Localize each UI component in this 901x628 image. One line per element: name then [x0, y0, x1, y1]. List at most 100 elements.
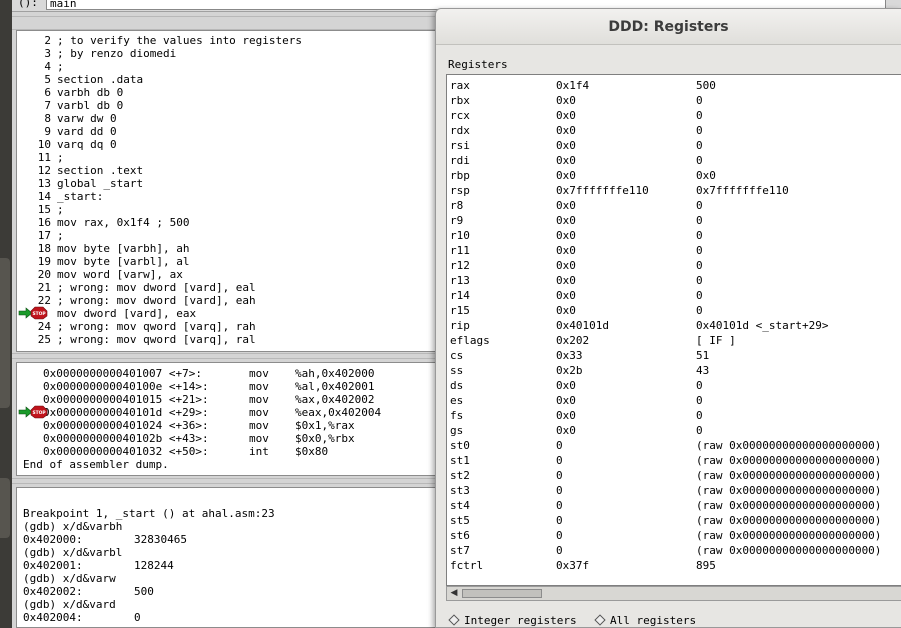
registers-hscrollbar[interactable]: ◀	[446, 586, 901, 601]
register-row-st3[interactable]: st3 0 (raw 0x00000000000000000000)	[447, 483, 901, 498]
register-row-r13[interactable]: r13 0x0 0	[447, 273, 901, 288]
source-pane[interactable]: 2 ; to verify the values into registers 3;…	[16, 30, 442, 352]
register-row-rip[interactable]: rip 0x40101d 0x40101d <_start+29>	[447, 318, 901, 333]
pane-sash[interactable]	[12, 478, 442, 484]
source-line[interactable]: 9 vard dd 0	[17, 125, 117, 138]
register-natural-value: 0	[696, 124, 703, 137]
register-row-rsp[interactable]: rsp 0x7fffffffe110 0x7fffffffe110	[447, 183, 901, 198]
source-line[interactable]: 5 section .data	[17, 73, 143, 86]
scroll-thumb[interactable]	[462, 589, 542, 598]
register-row-r11[interactable]: r11 0x0 0	[447, 243, 901, 258]
register-row-st0[interactable]: st0 0 (raw 0x00000000000000000000)	[447, 438, 901, 453]
source-line[interactable]: 15;	[17, 203, 64, 216]
register-row-rax[interactable]: rax 0x1f4 500	[447, 78, 901, 93]
source-line[interactable]: 8 varw dw 0	[17, 112, 116, 125]
register-row-r12[interactable]: r12 0x0 0	[447, 258, 901, 273]
source-line[interactable]: 3 ; by renzo diomedi	[17, 47, 176, 60]
source-line[interactable]: 11;	[17, 151, 64, 164]
source-line[interactable]: 7 varbl db 0	[17, 99, 123, 112]
source-line[interactable]: 16 mov rax, 0x1f4 ; 500	[17, 216, 190, 229]
stop-sign-icon[interactable]: STOP	[18, 306, 48, 320]
registers-list[interactable]: rax 0x1f4 500 rbx 0x0 0 rcx 0x0 0 rdx 0x0 0 rsi 0x0 0 r…	[446, 74, 901, 586]
source-text: _start:	[57, 190, 104, 203]
source-line[interactable]: 24 ; wrong: mov qword [varq], rah	[17, 320, 256, 333]
register-row-eflags[interactable]: eflags 0x202 [ IF ]	[447, 333, 901, 348]
pane-sash[interactable]	[12, 16, 442, 30]
asm-line[interactable]: 0x000000000040100e <+14>: mov %al,0x402001	[17, 380, 437, 393]
line-number: 15	[37, 203, 51, 216]
radio-all-registers[interactable]: All registers	[594, 613, 696, 628]
source-line[interactable]: 14 _start:	[17, 190, 104, 203]
source-text: vard dd 0	[57, 125, 117, 138]
source-line[interactable]: 2 ; to verify the values into registers	[17, 34, 302, 47]
register-natural-value: (raw 0x00000000000000000000)	[696, 484, 882, 497]
source-line[interactable]: 20 mov word [varw], ax	[17, 268, 183, 281]
radio-integer-registers[interactable]: Integer registers	[448, 613, 577, 628]
register-natural-value: 51	[696, 349, 710, 362]
source-text: ;	[57, 151, 64, 164]
register-natural-value: 43	[696, 364, 710, 377]
gdb-console[interactable]: Breakpoint 1, _start () at ahal.asm:23 (g…	[16, 487, 442, 628]
register-row-r8[interactable]: r8 0x0 0	[447, 198, 901, 213]
console-value: 128244	[134, 559, 174, 572]
source-text: ; to verify the values into registers	[57, 34, 303, 47]
stop-sign-icon[interactable]: STOP	[18, 405, 48, 419]
register-row-es[interactable]: es 0x0 0	[447, 393, 901, 408]
register-row-ds[interactable]: ds 0x0 0	[447, 378, 901, 393]
register-natural-value: 0	[696, 199, 703, 212]
asm-line[interactable]: 0x000000000040101d <+29>: mov %eax,0x40200…	[17, 406, 437, 419]
launcher-item[interactable]	[0, 258, 10, 408]
register-name: rip	[450, 319, 470, 332]
pane-sash[interactable]	[12, 353, 442, 359]
register-row-fctrl[interactable]: fctrl 0x37f 895	[447, 558, 901, 573]
asm-line[interactable]: 0x0000000000401024 <+36>: mov $0x1,%rax	[17, 419, 437, 432]
asm-line[interactable]: 0x0000000000401032 <+50>: int $0x80	[17, 445, 437, 458]
source-line[interactable]: 17;	[17, 229, 64, 242]
line-number: 16	[37, 216, 51, 229]
source-line[interactable]: 22; wrong: mov dword [vard], eah	[17, 294, 256, 307]
register-row-rdi[interactable]: rdi 0x0 0	[447, 153, 901, 168]
register-natural-value: 0	[696, 214, 703, 227]
register-row-r14[interactable]: r14 0x0 0	[447, 288, 901, 303]
register-row-r10[interactable]: r10 0x0 0	[447, 228, 901, 243]
dialog-titlebar[interactable]: DDD: Registers	[436, 9, 901, 45]
asm-line[interactable]: 0x000000000040102b <+43>: mov $0x0,%rbx	[17, 432, 437, 445]
register-row-rsi[interactable]: rsi 0x0 0	[447, 138, 901, 153]
scroll-left-arrow-icon[interactable]: ◀	[447, 587, 461, 600]
register-row-st6[interactable]: st6 0 (raw 0x00000000000000000000)	[447, 528, 901, 543]
register-row-r15[interactable]: r15 0x0 0	[447, 303, 901, 318]
machine-code-pane[interactable]: 0x0000000000401007 <+7>: mov %ah,0x402000 0…	[16, 362, 442, 476]
register-natural-value: 500	[696, 79, 716, 92]
source-line[interactable]: 18 mov byte [varbh], ah	[17, 242, 190, 255]
register-natural-value: (raw 0x00000000000000000000)	[696, 514, 882, 527]
register-row-st7[interactable]: st7 0 (raw 0x00000000000000000000)	[447, 543, 901, 558]
register-row-st1[interactable]: st1 0 (raw 0x00000000000000000000)	[447, 453, 901, 468]
register-row-r9[interactable]: r9 0x0 0	[447, 213, 901, 228]
source-line[interactable]: 12 section .text	[17, 164, 143, 177]
register-row-rbp[interactable]: rbp 0x0 0x0	[447, 168, 901, 183]
register-row-rdx[interactable]: rdx 0x0 0	[447, 123, 901, 138]
source-line[interactable]: 25 ; wrong: mov qword [varq], ral	[17, 333, 256, 346]
source-line[interactable]: 19 mov byte [varbl], al	[17, 255, 190, 268]
launcher-item[interactable]	[0, 478, 10, 538]
register-row-st2[interactable]: st2 0 (raw 0x00000000000000000000)	[447, 468, 901, 483]
source-line[interactable]: 13 global _start	[17, 177, 143, 190]
register-row-st5[interactable]: st5 0 (raw 0x00000000000000000000)	[447, 513, 901, 528]
source-text: global _start	[57, 177, 144, 190]
asm-line[interactable]: 0x0000000000401015 <+21>: mov %ax,0x402002	[17, 393, 437, 406]
register-row-gs[interactable]: gs 0x0 0	[447, 423, 901, 438]
register-row-cs[interactable]: cs 0x33 51	[447, 348, 901, 363]
source-line[interactable]: 10 varq dq 0	[17, 138, 117, 151]
register-row-rbx[interactable]: rbx 0x0 0	[447, 93, 901, 108]
line-number: 17	[37, 229, 51, 242]
source-line[interactable]: 4;	[17, 60, 63, 73]
source-line[interactable]: 21 ; wrong: mov dword [vard], eal	[17, 281, 256, 294]
register-row-rcx[interactable]: rcx 0x0 0	[447, 108, 901, 123]
asm-line[interactable]: 0x0000000000401007 <+7>: mov %ah,0x402000	[17, 367, 437, 380]
register-raw-value: 0x0	[556, 379, 576, 392]
register-row-st4[interactable]: st4 0 (raw 0x00000000000000000000)	[447, 498, 901, 513]
source-line[interactable]: 6 varbh db 0	[17, 86, 123, 99]
register-row-fs[interactable]: fs 0x0 0	[447, 408, 901, 423]
register-name: st6	[450, 529, 470, 542]
register-row-ss[interactable]: ss 0x2b 43	[447, 363, 901, 378]
